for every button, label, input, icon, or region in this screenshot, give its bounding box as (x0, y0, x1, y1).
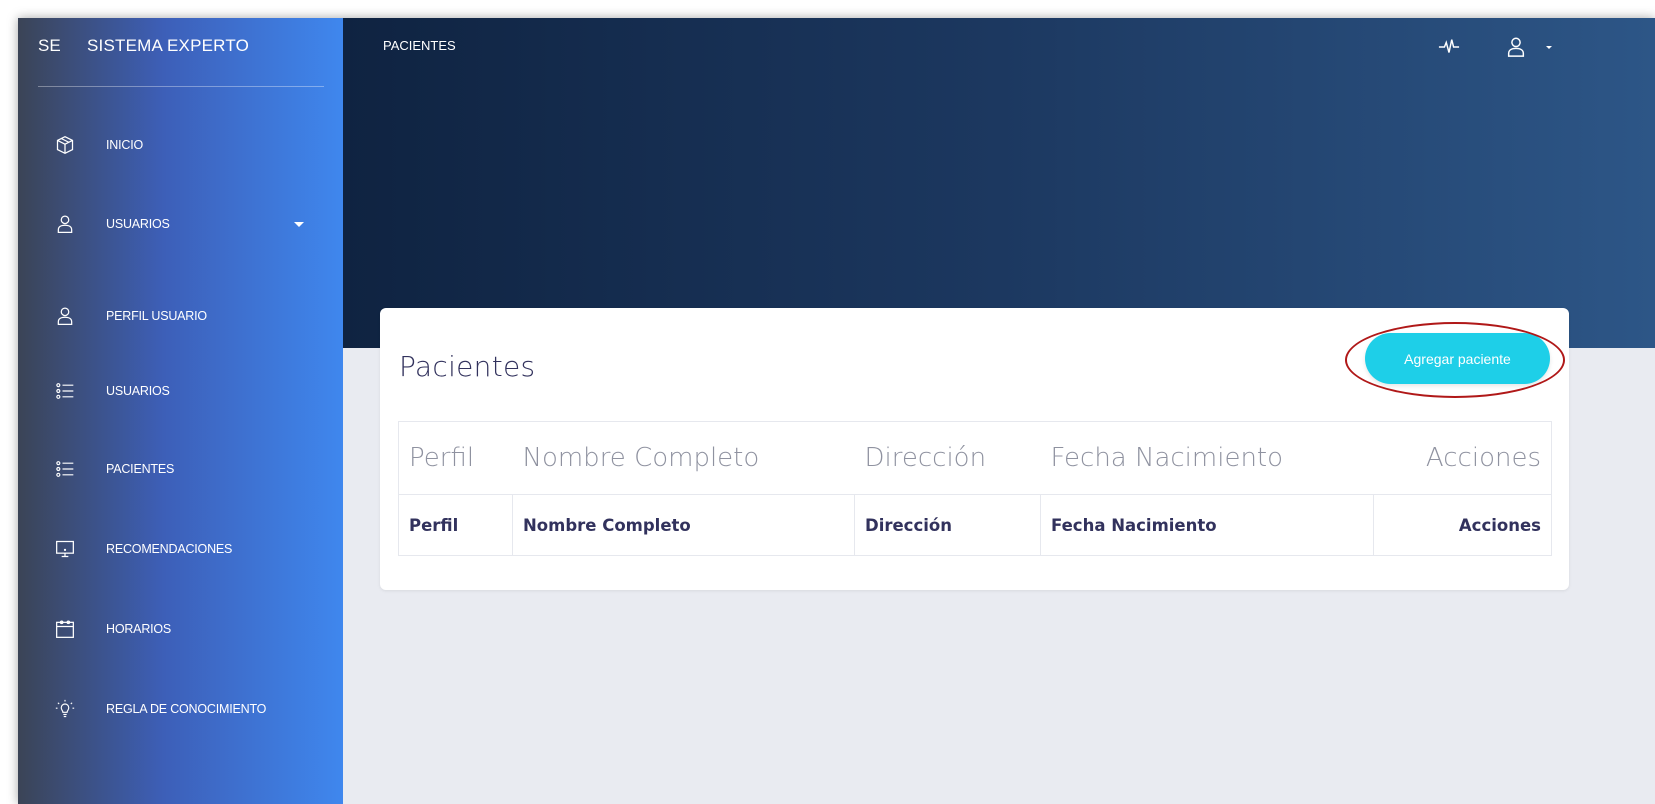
box-icon (55, 135, 75, 155)
page-title: PACIENTES (383, 38, 456, 53)
footer-cell-acciones: Acciones (1373, 494, 1552, 556)
column-header-perfil[interactable]: Perfil (398, 421, 513, 495)
brand[interactable]: SE SISTEMA EXPERTO (18, 18, 343, 88)
sidebar-item-pacientes[interactable]: PACIENTES (18, 444, 343, 494)
list-icon (55, 459, 75, 479)
sidebar-item-label: RECOMENDACIONES (106, 542, 233, 556)
brand-short: SE (38, 36, 61, 55)
sidebar-item-label: REGLA DE CONOCIMIENTO (106, 702, 267, 716)
column-header-direccion[interactable]: Dirección (854, 421, 1041, 495)
add-patient-button[interactable]: Agregar paciente (1365, 333, 1550, 384)
sidebar-item-label: HORARIOS (106, 622, 172, 636)
sidebar: SE SISTEMA EXPERTO INICIO USUARIOS PERFI… (18, 18, 343, 804)
sidebar-item-label: USUARIOS (106, 384, 170, 398)
table-footer-row: Perfil Nombre Completo Dirección Fecha N… (398, 494, 1552, 556)
list-icon (55, 381, 75, 401)
footer-cell-direccion: Dirección (854, 494, 1041, 556)
sidebar-divider (38, 86, 324, 87)
lightbulb-icon (55, 699, 75, 719)
user-icon (55, 214, 75, 234)
user-icon[interactable] (1505, 36, 1527, 58)
sidebar-item-horarios[interactable]: HORARIOS (18, 604, 343, 654)
app-window: SE SISTEMA EXPERTO INICIO USUARIOS PERFI… (18, 18, 1655, 804)
patients-table: Perfil Nombre Completo Dirección Fecha N… (398, 421, 1552, 556)
footer-cell-nombre: Nombre Completo (512, 494, 855, 556)
activity-icon[interactable] (1438, 36, 1460, 58)
sidebar-item-regla-de-conocimiento[interactable]: REGLA DE CONOCIMIENTO (18, 684, 343, 734)
sidebar-item-label: PERFIL USUARIO (106, 309, 207, 323)
sidebar-item-recomendaciones[interactable]: RECOMENDACIONES (18, 524, 343, 574)
footer-cell-fecha: Fecha Nacimiento (1040, 494, 1374, 556)
monitor-icon (55, 539, 75, 559)
chevron-down-icon[interactable] (1546, 46, 1552, 49)
column-header-acciones[interactable]: Acciones (1373, 421, 1552, 495)
sidebar-item-usuarios-group[interactable]: USUARIOS (18, 199, 343, 249)
brand-name: SISTEMA EXPERTO (87, 36, 250, 55)
user-icon (55, 306, 75, 326)
column-header-fecha[interactable]: Fecha Nacimiento (1040, 421, 1374, 495)
patients-card: Pacientes Agregar paciente Perfil Nombre… (380, 308, 1569, 590)
card-title: Pacientes (399, 350, 536, 383)
sidebar-item-label: USUARIOS (106, 217, 170, 231)
calendar-icon (55, 619, 75, 639)
footer-cell-perfil: Perfil (398, 494, 513, 556)
sidebar-item-label: INICIO (106, 138, 143, 152)
top-header: PACIENTES (343, 18, 1655, 348)
table-header-row: Perfil Nombre Completo Dirección Fecha N… (398, 421, 1552, 495)
sidebar-item-usuarios[interactable]: USUARIOS (18, 366, 343, 416)
sidebar-item-label: PACIENTES (106, 462, 175, 476)
chevron-down-icon (294, 221, 304, 227)
sidebar-item-perfil-usuario[interactable]: PERFIL USUARIO (18, 291, 343, 341)
sidebar-item-inicio[interactable]: INICIO (18, 120, 343, 170)
column-header-nombre[interactable]: Nombre Completo (512, 421, 855, 495)
